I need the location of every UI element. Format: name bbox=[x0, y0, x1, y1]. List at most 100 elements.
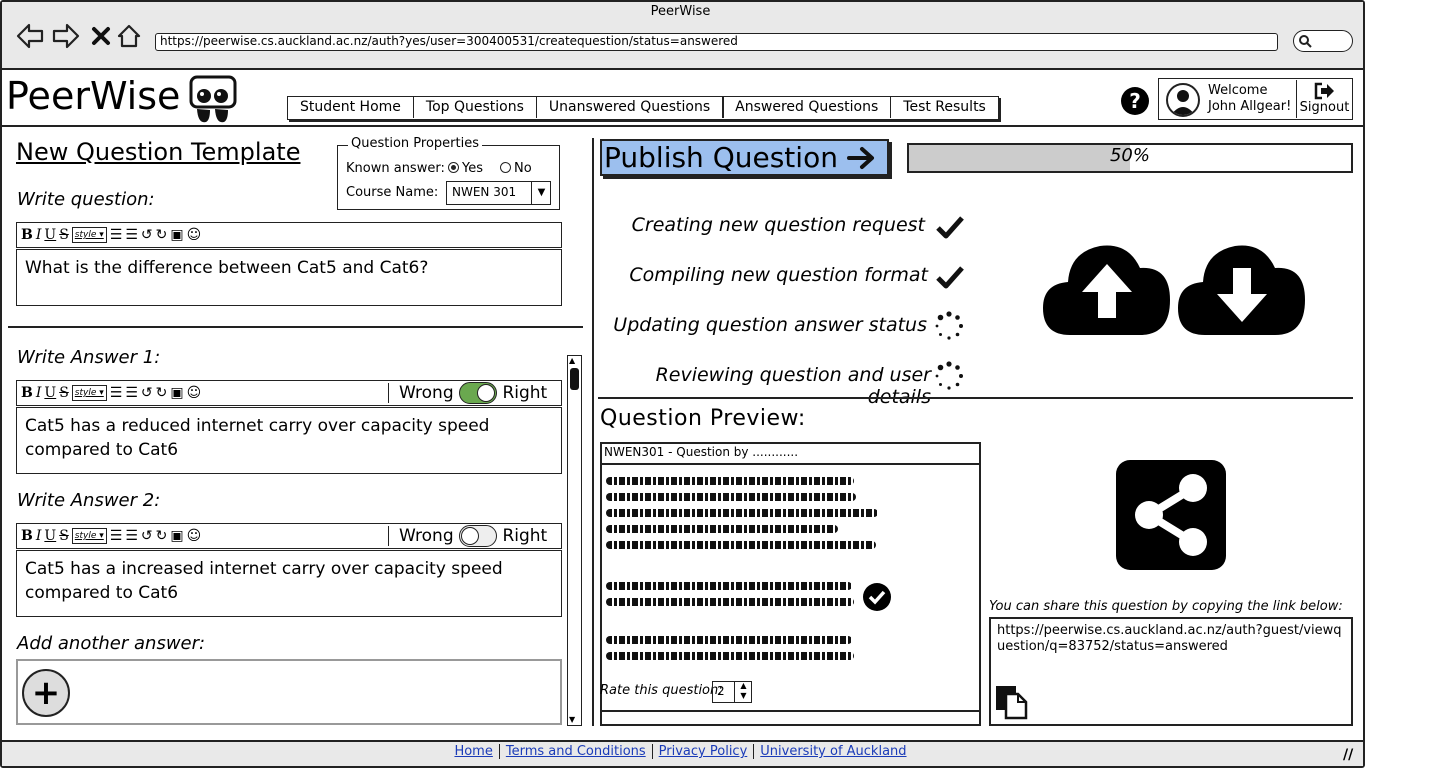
publish-label: Publish Question bbox=[604, 141, 838, 174]
search-icon bbox=[1299, 35, 1312, 48]
preview-answer-line bbox=[606, 582, 852, 590]
emoji-icon[interactable]: ☺ bbox=[187, 528, 202, 544]
emoji-icon[interactable]: ☺ bbox=[187, 385, 202, 401]
pane-divider bbox=[592, 138, 594, 726]
wrong-label: Wrong bbox=[399, 526, 454, 546]
undo-icon[interactable]: ↺ bbox=[141, 385, 153, 401]
add-answer-label: Add another answer: bbox=[17, 633, 206, 654]
preview-answer-line bbox=[606, 636, 852, 644]
share-link-field[interactable]: https://peerwise.cs.auckland.ac.nz/auth?… bbox=[989, 617, 1353, 726]
preview-text-line bbox=[606, 541, 876, 549]
browser-search[interactable] bbox=[1293, 30, 1353, 52]
user-name: John Allgear! bbox=[1208, 99, 1292, 114]
welcome-line: Welcome bbox=[1208, 83, 1268, 98]
redo-icon[interactable]: ↻ bbox=[156, 227, 168, 243]
tab-unanswered-questions[interactable]: Unanswered Questions bbox=[536, 97, 724, 118]
question-toolbar: B I U S style ▾ ☰ ☰ ↺ ↻ ▣ ☺ bbox=[16, 222, 562, 248]
site-logo[interactable]: PeerWise bbox=[6, 74, 180, 118]
help-icon[interactable]: ? bbox=[1121, 87, 1149, 115]
underline-icon[interactable]: U bbox=[44, 227, 56, 243]
italic-icon[interactable]: I bbox=[36, 385, 42, 401]
answer-1-toggle[interactable] bbox=[459, 382, 498, 404]
welcome-text: Welcome John Allgear! bbox=[1208, 83, 1291, 115]
left-scrollbar[interactable] bbox=[567, 355, 582, 726]
bullet-list-icon[interactable]: ☰ bbox=[110, 227, 123, 243]
radio-yes-label: Yes bbox=[462, 161, 483, 176]
share-icon[interactable] bbox=[1116, 460, 1226, 570]
answer-2-editor[interactable]: Cat5 has a increased internet carry over… bbox=[16, 550, 562, 617]
radio-yes-circle bbox=[448, 162, 459, 173]
style-dropdown[interactable]: style ▾ bbox=[71, 227, 107, 243]
underline-icon[interactable]: U bbox=[44, 385, 56, 401]
toolbar-separator bbox=[388, 383, 389, 403]
signout-button[interactable]: Signout bbox=[1296, 80, 1352, 118]
add-answer-button[interactable]: + bbox=[22, 669, 70, 717]
redo-icon[interactable]: ↻ bbox=[156, 528, 168, 544]
write-question-label: Write question: bbox=[17, 189, 155, 210]
bold-icon[interactable]: B bbox=[21, 528, 33, 544]
strike-icon[interactable]: S bbox=[59, 227, 69, 243]
answer-2-toggle[interactable] bbox=[459, 525, 498, 547]
image-icon[interactable]: ▣ bbox=[170, 528, 183, 544]
strike-icon[interactable]: S bbox=[59, 385, 69, 401]
cloud-upload-icon bbox=[1042, 240, 1172, 340]
scroll-down-icon[interactable]: ▼ bbox=[569, 715, 575, 724]
radio-yes[interactable]: Yes bbox=[448, 161, 483, 176]
right-label: Right bbox=[502, 383, 548, 403]
stepper-arrows-icon[interactable]: ▲ ▼ bbox=[734, 681, 752, 703]
check-circle-icon bbox=[862, 582, 892, 616]
bold-icon[interactable]: B bbox=[21, 385, 33, 401]
scroll-thumb[interactable] bbox=[570, 368, 579, 390]
redo-icon[interactable]: ↻ bbox=[156, 385, 168, 401]
scroll-up-icon[interactable]: ▲ bbox=[569, 356, 575, 365]
share-label: You can share this question by copying t… bbox=[989, 599, 1343, 614]
address-bar[interactable]: https://peerwise.cs.auckland.ac.nz/auth?… bbox=[155, 33, 1278, 51]
tab-top-questions[interactable]: Top Questions bbox=[413, 97, 537, 118]
publish-question-button[interactable]: Publish Question bbox=[600, 139, 889, 176]
radio-no[interactable]: No bbox=[500, 161, 532, 176]
footer-links: Home Terms and Conditions Privacy Policy Un… bbox=[0, 744, 1361, 759]
question-editor[interactable]: What is the difference between Cat5 and … bbox=[16, 249, 562, 306]
chevron-down-icon[interactable]: ▼ bbox=[531, 181, 551, 205]
tab-student-home[interactable]: Student Home bbox=[288, 97, 414, 118]
underline-icon[interactable]: U bbox=[44, 528, 56, 544]
style-dropdown[interactable]: style ▾ bbox=[71, 528, 107, 544]
image-icon[interactable]: ▣ bbox=[170, 227, 183, 243]
tab-answered-questions[interactable]: Answered Questions bbox=[723, 97, 892, 118]
undo-icon[interactable]: ↺ bbox=[141, 227, 153, 243]
copy-icon[interactable] bbox=[994, 684, 1028, 724]
footer-link-privacy[interactable]: Privacy Policy bbox=[652, 744, 755, 759]
bold-icon[interactable]: B bbox=[21, 227, 33, 243]
emoji-icon[interactable]: ☺ bbox=[187, 227, 202, 243]
bullet-list-icon[interactable]: ☰ bbox=[110, 528, 123, 544]
step-1-label: Creating new question request bbox=[631, 214, 925, 236]
footer-link-terms[interactable]: Terms and Conditions bbox=[499, 744, 653, 759]
strike-icon[interactable]: S bbox=[59, 528, 69, 544]
stop-icon[interactable] bbox=[90, 22, 112, 56]
bullet-list-icon[interactable]: ☰ bbox=[110, 385, 123, 401]
avatar[interactable] bbox=[1166, 83, 1200, 117]
back-icon[interactable] bbox=[15, 22, 45, 56]
image-icon[interactable]: ▣ bbox=[170, 385, 183, 401]
footer-link-home[interactable]: Home bbox=[448, 744, 500, 759]
preview-divider bbox=[598, 397, 1353, 399]
toggle-knob bbox=[461, 527, 480, 545]
number-list-icon[interactable]: ☰ bbox=[125, 528, 138, 544]
progress-text: 50% bbox=[1109, 145, 1150, 166]
style-dropdown[interactable]: style ▾ bbox=[71, 385, 107, 401]
resize-handle-icon[interactable]: // bbox=[1343, 747, 1353, 763]
home-icon[interactable] bbox=[116, 22, 142, 56]
toolbar-separator bbox=[388, 526, 389, 546]
italic-icon[interactable]: I bbox=[36, 227, 42, 243]
preview-footer-line bbox=[600, 710, 981, 712]
forward-icon[interactable] bbox=[51, 22, 81, 56]
tab-test-results[interactable]: Test Results bbox=[891, 97, 998, 118]
answer-1-editor[interactable]: Cat5 has a reduced internet carry over c… bbox=[16, 407, 562, 474]
italic-icon[interactable]: I bbox=[36, 528, 42, 544]
undo-icon[interactable]: ↺ bbox=[141, 528, 153, 544]
cloud-download-icon bbox=[1177, 240, 1307, 340]
known-answer-label: Known answer: bbox=[346, 161, 445, 176]
number-list-icon[interactable]: ☰ bbox=[125, 227, 138, 243]
number-list-icon[interactable]: ☰ bbox=[125, 385, 138, 401]
footer-link-university[interactable]: University of Auckland bbox=[754, 744, 912, 759]
